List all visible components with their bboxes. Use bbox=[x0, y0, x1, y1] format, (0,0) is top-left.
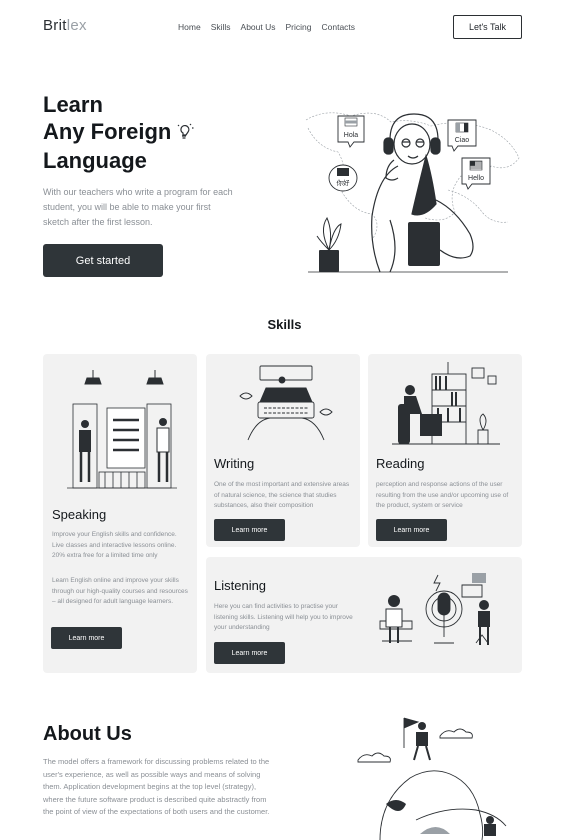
brand-logo[interactable]: Britlex bbox=[43, 17, 87, 34]
logo-main: Brit bbox=[43, 17, 67, 34]
about-title: About Us bbox=[43, 723, 132, 745]
skill-text-speaking-2: Learn English online and improve your sk… bbox=[52, 577, 188, 605]
bubble-hello-text: Hello bbox=[468, 175, 484, 182]
hero-title-line2-wrap: Any Foreign bbox=[43, 118, 194, 147]
speaking-learn-more-button[interactable]: Learn more bbox=[51, 627, 122, 649]
get-started-button[interactable]: Get started bbox=[43, 244, 163, 277]
writing-illustration bbox=[239, 365, 333, 441]
hero-description: With our teachers who write a program fo… bbox=[43, 187, 233, 227]
plant-icon bbox=[316, 216, 342, 272]
skill-text-reading: perception and response actions of the u… bbox=[376, 481, 509, 509]
listening-illustration bbox=[379, 573, 490, 645]
listening-learn-more-button[interactable]: Learn more bbox=[214, 642, 285, 664]
reading-illustration bbox=[392, 362, 500, 445]
skill-title-writing: Writing bbox=[214, 456, 255, 471]
bubble-nihao: 你好 bbox=[328, 164, 358, 192]
hero-title-line2: Any Foreign bbox=[43, 119, 172, 144]
skill-text-listening: Here you can find activities to practise… bbox=[214, 603, 353, 631]
skill-card-speaking: Speaking Improve your English skills and… bbox=[43, 354, 197, 673]
nav-menu: Home Skills About Us Pricing Contacts bbox=[178, 22, 365, 32]
skill-card-writing: Writing One of the most important and ex… bbox=[206, 354, 360, 547]
bubble-hola: Hola bbox=[337, 115, 365, 148]
nav-item-skills[interactable]: Skills bbox=[211, 22, 231, 32]
nav-item-pricing[interactable]: Pricing bbox=[286, 22, 312, 32]
logo-soft: lex bbox=[66, 17, 87, 34]
bubble-ciao-text: Ciao bbox=[455, 137, 470, 144]
skill-text-writing: One of the most important and extensive … bbox=[214, 481, 350, 509]
hero-illustration: Hola Ciao Hello 你好 bbox=[305, 112, 520, 273]
hero-title-line1: Learn bbox=[43, 92, 103, 117]
nav-item-home[interactable]: Home bbox=[178, 22, 201, 32]
tablet-icon bbox=[408, 222, 440, 266]
bubble-ciao: Ciao bbox=[447, 119, 477, 152]
bubble-nihao-text: 你好 bbox=[337, 178, 351, 187]
about-description: The model offers a framework for discuss… bbox=[43, 757, 270, 816]
about-illustration bbox=[357, 717, 507, 840]
lightbulb-icon bbox=[176, 120, 194, 147]
skill-title-listening: Listening bbox=[214, 578, 267, 593]
skill-title-reading: Reading bbox=[376, 456, 425, 471]
writing-learn-more-button[interactable]: Learn more bbox=[214, 519, 285, 541]
hero-title-line3: Language bbox=[43, 147, 147, 173]
skills-title: Skills bbox=[267, 317, 302, 332]
nav-item-about[interactable]: About Us bbox=[241, 22, 276, 32]
lets-talk-button[interactable]: Let's Talk bbox=[453, 15, 522, 39]
speaking-illustration bbox=[67, 370, 177, 489]
skill-text-speaking-1: Improve your English skills and confiden… bbox=[52, 531, 177, 559]
hero-title: Learn Any Foreign Language bbox=[43, 91, 194, 174]
skill-card-listening: Listening Here you can find activities t… bbox=[206, 557, 522, 673]
nav-item-contacts[interactable]: Contacts bbox=[321, 22, 355, 32]
bubble-hola-text: Hola bbox=[344, 132, 359, 139]
skill-card-reading: Reading perception and response actions … bbox=[368, 354, 522, 547]
reading-learn-more-button[interactable]: Learn more bbox=[376, 519, 447, 541]
top-nav: Britlex Home Skills About Us Pricing Con… bbox=[0, 0, 569, 54]
bubble-hello: Hello bbox=[461, 157, 491, 190]
skill-title-speaking: Speaking bbox=[52, 507, 107, 522]
